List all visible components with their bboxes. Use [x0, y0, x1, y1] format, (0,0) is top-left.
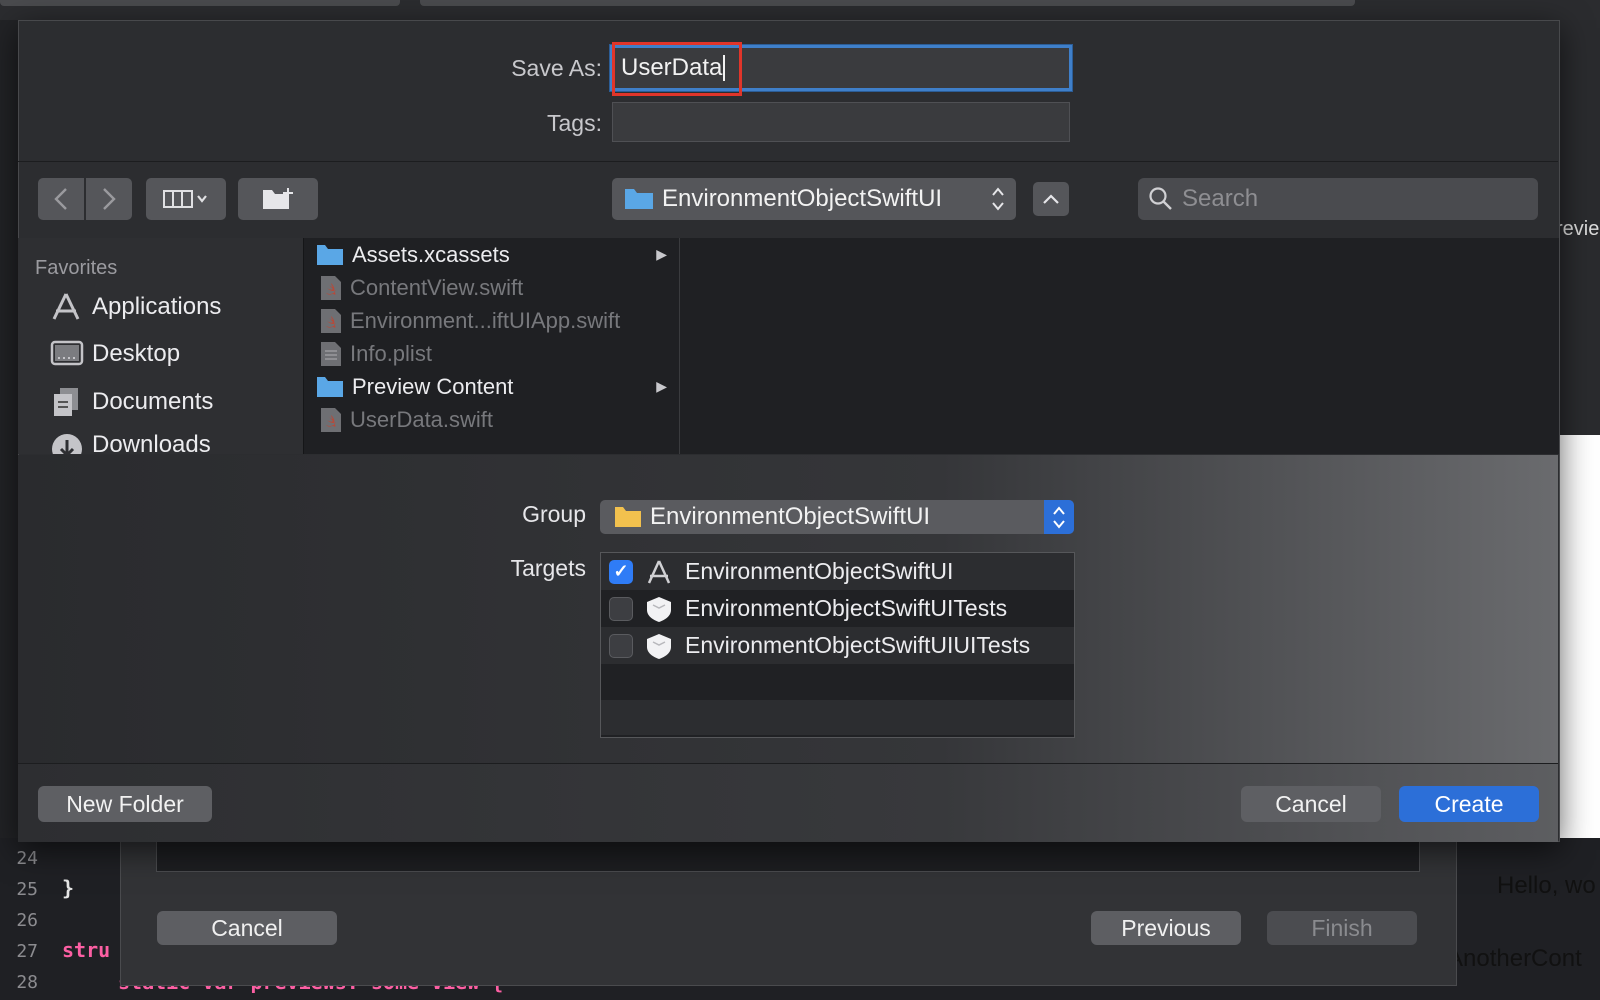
search-field[interactable]: Search	[1138, 178, 1538, 220]
folder-icon	[615, 507, 641, 527]
app-target-icon	[647, 559, 671, 584]
save-as-label: Save As:	[511, 55, 602, 81]
target-row[interactable]: EnvironmentObjectSwiftUITests	[601, 590, 1074, 627]
cancel-button[interactable]: Cancel	[1241, 786, 1381, 822]
desktop-icon	[50, 340, 84, 366]
file-name: Preview Content	[352, 373, 514, 399]
file-row-app-swift: Environment...iftUIApp.swift	[304, 304, 679, 337]
favorites-title: Favorites	[35, 257, 118, 279]
line-number: 25	[16, 879, 38, 900]
columns-view-icon	[163, 190, 207, 208]
file-name: Environment...iftUIApp.swift	[350, 307, 621, 333]
swift-file-icon	[321, 275, 341, 300]
code-line: }	[62, 876, 75, 900]
checkbox-unchecked[interactable]	[609, 633, 633, 658]
test-target-icon	[647, 596, 671, 622]
file-row-assets[interactable]: Assets.xcassets ▶	[304, 238, 679, 271]
xcode-tab[interactable]	[420, 0, 1355, 6]
empty-row	[601, 664, 1074, 700]
group-popup[interactable]: EnvironmentObjectSwiftUI	[600, 500, 1074, 534]
file-name: Info.plist	[350, 340, 432, 366]
location-popup[interactable]: EnvironmentObjectSwiftUI	[612, 178, 1016, 220]
applications-icon	[52, 293, 80, 320]
target-name: EnvironmentObjectSwiftUI	[685, 558, 954, 584]
collapse-button[interactable]	[1033, 182, 1069, 216]
preview-another-text: AnotherCont	[1447, 945, 1582, 972]
swift-file-icon	[321, 308, 341, 333]
line-number: 28	[16, 972, 38, 993]
target-row[interactable]: EnvironmentObjectSwiftUIUITests	[601, 627, 1074, 664]
view-mode-button[interactable]	[146, 178, 226, 220]
swift-file-icon	[321, 407, 341, 432]
group-popup-arrows	[1044, 500, 1074, 534]
search-placeholder: Search	[1182, 185, 1259, 212]
file-name: Assets.xcassets	[352, 241, 510, 267]
sidebar-item-documents[interactable]: Documents	[50, 386, 213, 418]
forward-button[interactable]	[86, 178, 132, 220]
file-row-preview-content[interactable]: Preview Content ▶	[304, 370, 679, 403]
tags-field[interactable]	[612, 102, 1070, 142]
file-name: UserData.swift	[350, 406, 494, 432]
disclosure-arrow-icon: ▶	[656, 378, 667, 394]
divider	[18, 161, 1558, 162]
sidebar-item-label: Downloads	[92, 432, 211, 454]
target-row[interactable]: ✓ EnvironmentObjectSwiftUI	[601, 553, 1074, 590]
folder-icon	[317, 376, 343, 397]
line-number: 27	[16, 941, 38, 962]
new-folder-toolbar-button[interactable]	[238, 178, 318, 220]
group-label: Group	[522, 501, 586, 527]
targets-label: Targets	[510, 555, 586, 581]
preview-hello-text: Hello, wo	[1497, 872, 1596, 899]
empty-column	[679, 238, 1559, 454]
folder-icon	[625, 189, 653, 209]
sidebar-item-label: Applications	[92, 293, 222, 320]
save-as-value: UserData	[621, 54, 723, 81]
code-line: stru	[62, 938, 111, 962]
group-value: EnvironmentObjectSwiftUI	[650, 503, 931, 530]
save-as-field[interactable]: UserData	[610, 45, 1072, 91]
new-folder-button[interactable]: New Folder	[38, 786, 212, 822]
back-button[interactable]	[38, 178, 84, 220]
location-label: EnvironmentObjectSwiftUI	[662, 185, 943, 212]
up-down-chevron-icon	[992, 187, 1004, 211]
xcode-tab[interactable]	[0, 0, 400, 6]
file-column: Assets.xcassets ▶ ContentView.swift Envi…	[303, 238, 679, 454]
up-down-chevron-icon	[1053, 506, 1065, 529]
sidebar-item-desktop[interactable]: Desktop	[50, 339, 180, 369]
chevron-right-icon	[103, 188, 116, 210]
test-target-icon	[647, 633, 671, 659]
chevron-left-icon	[54, 188, 67, 210]
target-name: EnvironmentObjectSwiftUITests	[685, 595, 1008, 621]
checkbox-checked[interactable]: ✓	[609, 559, 633, 584]
target-name: EnvironmentObjectSwiftUIUITests	[685, 632, 1031, 658]
sidebar-item-label: Desktop	[92, 340, 181, 367]
text-cursor	[723, 55, 726, 81]
template-cancel-button[interactable]: Cancel	[157, 911, 337, 945]
template-previous-button[interactable]: Previous	[1091, 911, 1241, 945]
downloads-icon	[52, 434, 82, 454]
checkbox-unchecked[interactable]	[609, 596, 633, 621]
folder-icon	[317, 244, 343, 265]
sidebar-item-downloads[interactable]: Downloads	[50, 432, 211, 454]
preview-label: revie	[1556, 218, 1600, 240]
disclosure-arrow-icon: ▶	[656, 246, 667, 262]
file-row-userdata: UserData.swift	[304, 403, 679, 436]
create-button[interactable]: Create	[1399, 786, 1539, 822]
file-row-contentview: ContentView.swift	[304, 271, 679, 304]
line-number: 26	[16, 910, 38, 931]
file-name: ContentView.swift	[350, 274, 524, 300]
chevron-up-icon	[1043, 194, 1059, 204]
targets-list: ✓ EnvironmentObjectSwiftUI EnvironmentOb…	[600, 552, 1075, 738]
search-icon	[1149, 187, 1172, 210]
file-row-info-plist: Info.plist	[304, 337, 679, 370]
sidebar-item-applications[interactable]: Applications	[50, 291, 221, 323]
template-finish-button: Finish	[1267, 911, 1417, 945]
empty-row	[601, 700, 1074, 735]
new-folder-icon	[263, 188, 293, 209]
documents-icon	[54, 388, 78, 416]
sidebar-item-label: Documents	[92, 388, 214, 415]
tags-label: Tags:	[547, 110, 602, 136]
line-number: 24	[16, 848, 38, 869]
plist-file-icon	[321, 341, 341, 366]
